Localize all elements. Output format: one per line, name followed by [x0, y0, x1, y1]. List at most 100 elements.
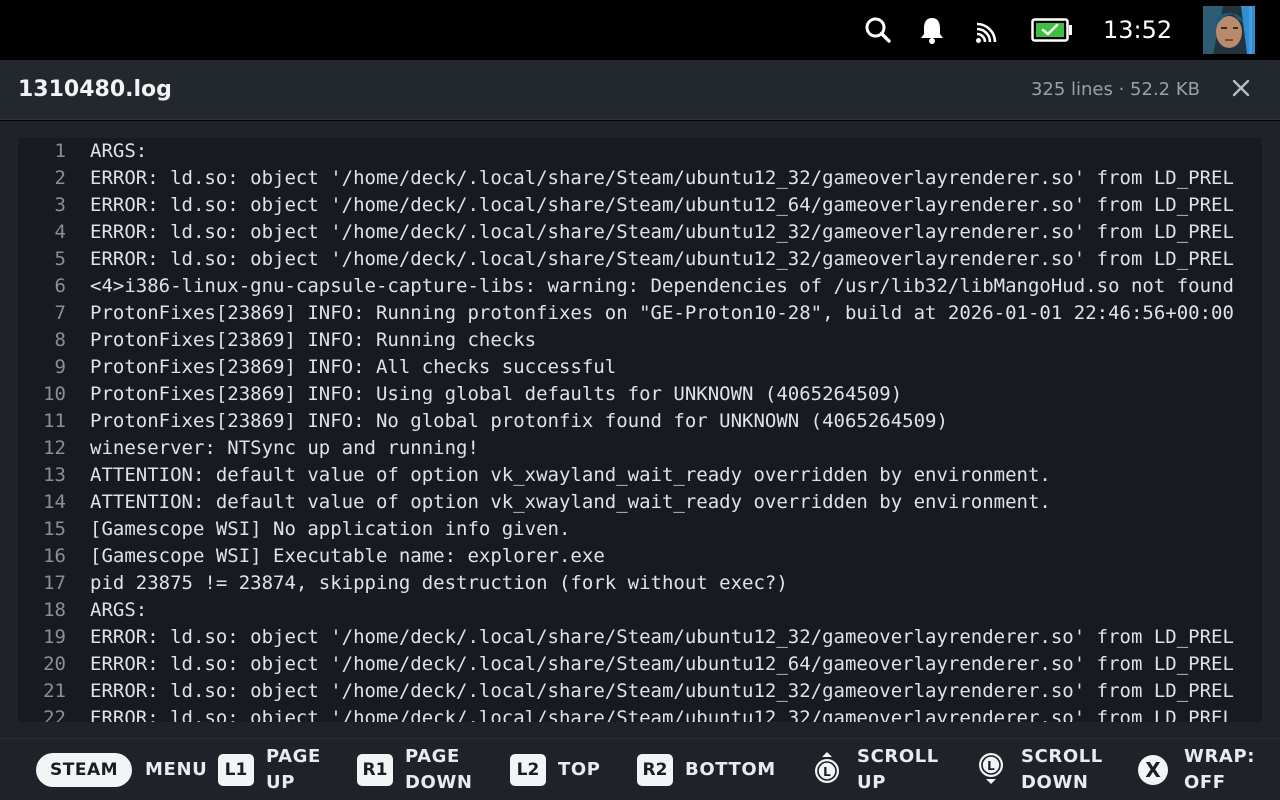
hint-menu[interactable]: STEAM MENU [36, 739, 207, 800]
line-number: 12 [43, 437, 66, 459]
log-line: 2 ERROR: ld.so: object '/home/deck/.local… [18, 165, 1262, 192]
line-number: 8 [54, 329, 66, 351]
avatar[interactable] [1203, 6, 1255, 54]
log-line: 11 ProtonFixes[23869] INFO: No global pro… [18, 408, 1262, 435]
line-text: ERROR: ld.so: object '/home/deck/.local/… [90, 707, 1234, 722]
file-meta: 325 lines · 52.2 KB [1030, 79, 1200, 100]
hint-label: MENU [145, 759, 208, 780]
line-number: 16 [43, 545, 66, 567]
log-line: 16 [Gamescope WSI] Executable name: explo… [18, 543, 1262, 570]
line-text: ERROR: ld.so: object '/home/deck/.local/… [90, 653, 1234, 675]
x-button: X [1138, 755, 1168, 785]
line-text: ERROR: ld.so: object '/home/deck/.local/… [90, 221, 1234, 243]
hint-label: TOP [558, 759, 601, 780]
log-line: 5 ERROR: ld.so: object '/home/deck/.local… [18, 246, 1262, 273]
log-line: 13 ATTENTION: default value of option vk_… [18, 462, 1262, 489]
hint-scroll-up[interactable]: L SCROLL UP [812, 739, 939, 800]
line-number: 11 [43, 410, 66, 432]
status-bar: 13:52 [0, 0, 1280, 60]
log-line: 10 ProtonFixes[23869] INFO: Using global … [18, 381, 1262, 408]
log-line: 7 ProtonFixes[23869] INFO: Running proton… [18, 300, 1262, 327]
left-stick-up-icon: L [812, 751, 842, 789]
log-line: 1 ARGS: [18, 138, 1262, 165]
log-line: 8 ProtonFixes[23869] INFO: Running checks [18, 327, 1262, 354]
close-button[interactable] [1226, 76, 1256, 104]
log-line: 9 ProtonFixes[23869] INFO: All checks suc… [18, 354, 1262, 381]
line-number: 5 [54, 248, 66, 270]
close-icon [1232, 79, 1250, 101]
line-text: [Gamescope WSI] No application info give… [90, 518, 571, 540]
line-number: 4 [54, 221, 66, 243]
line-number: 7 [54, 302, 66, 324]
hint-wrap[interactable]: X WRAP: OFF [1138, 739, 1264, 800]
hint-bottom[interactable]: R2 BOTTOM [637, 739, 776, 800]
log-line: 17 pid 23875 != 23874, skipping destructi… [18, 570, 1262, 597]
log-line: 20 ERROR: ld.so: object '/home/deck/.loca… [18, 651, 1262, 678]
battery-charging-icon[interactable] [1030, 14, 1074, 46]
log-viewer-header: 1310480.log 325 lines · 52.2 KB [0, 60, 1280, 120]
log-line: 12 wineserver: NTSync up and running! [18, 435, 1262, 462]
line-number: 6 [54, 275, 66, 297]
line-number: 14 [43, 491, 66, 513]
hint-page-up[interactable]: L1 PAGE UP [218, 739, 326, 800]
cast-icon[interactable] [970, 14, 1004, 46]
l2-button: L2 [510, 754, 546, 786]
line-number: 13 [43, 464, 66, 486]
line-text: ERROR: ld.so: object '/home/deck/.local/… [90, 194, 1234, 216]
line-text: ProtonFixes[23869] INFO: Running checks [90, 329, 537, 351]
line-text: [Gamescope WSI] Executable name: explore… [90, 545, 605, 567]
hint-label: SCROLL DOWN [1021, 746, 1103, 793]
line-number: 17 [43, 572, 66, 594]
line-text: ATTENTION: default value of option vk_xw… [90, 491, 1051, 513]
line-text: ProtonFixes[23869] INFO: Using global de… [90, 383, 903, 405]
line-number: 10 [43, 383, 66, 405]
log-area: 1 ARGS: 2 ERROR: ld.so: object '/home/deck/… [0, 121, 1280, 738]
log-content[interactable]: 1 ARGS: 2 ERROR: ld.so: object '/home/deck/… [18, 138, 1262, 722]
steam-button: STEAM [36, 753, 133, 787]
bell-icon[interactable] [916, 14, 948, 46]
svg-text:L: L [823, 765, 831, 779]
log-line: 3 ERROR: ld.so: object '/home/deck/.local… [18, 192, 1262, 219]
hint-label: PAGE UP [266, 746, 321, 793]
hint-label: SCROLL UP [857, 746, 939, 793]
search-icon[interactable] [862, 14, 894, 46]
hint-page-down[interactable]: R1 PAGE DOWN [357, 739, 475, 800]
line-text: ERROR: ld.so: object '/home/deck/.local/… [90, 167, 1234, 189]
page-title: 1310480.log [18, 77, 172, 102]
line-text: pid 23875 != 23874, skipping destruction… [90, 572, 788, 594]
r2-button: R2 [637, 754, 673, 786]
hint-label: PAGE DOWN [405, 746, 473, 793]
line-number: 1 [54, 140, 66, 162]
hint-top[interactable]: L2 TOP [510, 739, 601, 800]
log-line: 18 ARGS: [18, 597, 1262, 624]
r1-button: R1 [357, 754, 393, 786]
log-line: 21 ERROR: ld.so: object '/home/deck/.loca… [18, 678, 1262, 705]
line-text: ProtonFixes[23869] INFO: No global proto… [90, 410, 948, 432]
line-number: 18 [43, 599, 66, 621]
log-line: 22 ERROR: ld.so: object '/home/deck/.loca… [18, 705, 1262, 722]
line-number: 15 [43, 518, 66, 540]
line-number: 19 [43, 626, 66, 648]
hint-label: WRAP: OFF [1184, 746, 1256, 793]
line-text: ARGS: [90, 140, 148, 162]
line-number: 9 [54, 356, 66, 378]
line-text: ERROR: ld.so: object '/home/deck/.local/… [90, 248, 1234, 270]
log-line: 6 <4>i386-linux-gnu-capsule-capture-libs:… [18, 273, 1262, 300]
log-line: 4 ERROR: ld.so: object '/home/deck/.local… [18, 219, 1262, 246]
line-number: 22 [43, 707, 66, 722]
svg-text:L: L [987, 759, 995, 773]
left-stick-down-icon: L [976, 751, 1006, 789]
line-number: 3 [54, 194, 66, 216]
controller-hints-bar: STEAM MENU L1 PAGE UP R1 PAGE DOWN L2 TO… [0, 738, 1280, 800]
line-text: ERROR: ld.so: object '/home/deck/.local/… [90, 680, 1234, 702]
line-text: ATTENTION: default value of option vk_xw… [90, 464, 1051, 486]
l1-button: L1 [218, 754, 254, 786]
line-text: ProtonFixes[23869] INFO: All checks succ… [90, 356, 617, 378]
line-text: ProtonFixes[23869] INFO: Running protonf… [90, 302, 1234, 324]
line-number: 21 [43, 680, 66, 702]
hint-scroll-down[interactable]: L SCROLL DOWN [976, 739, 1111, 800]
clock: 13:52 [1103, 16, 1173, 44]
log-line: 14 ATTENTION: default value of option vk_… [18, 489, 1262, 516]
line-number: 2 [54, 167, 66, 189]
line-text: ERROR: ld.so: object '/home/deck/.local/… [90, 626, 1234, 648]
